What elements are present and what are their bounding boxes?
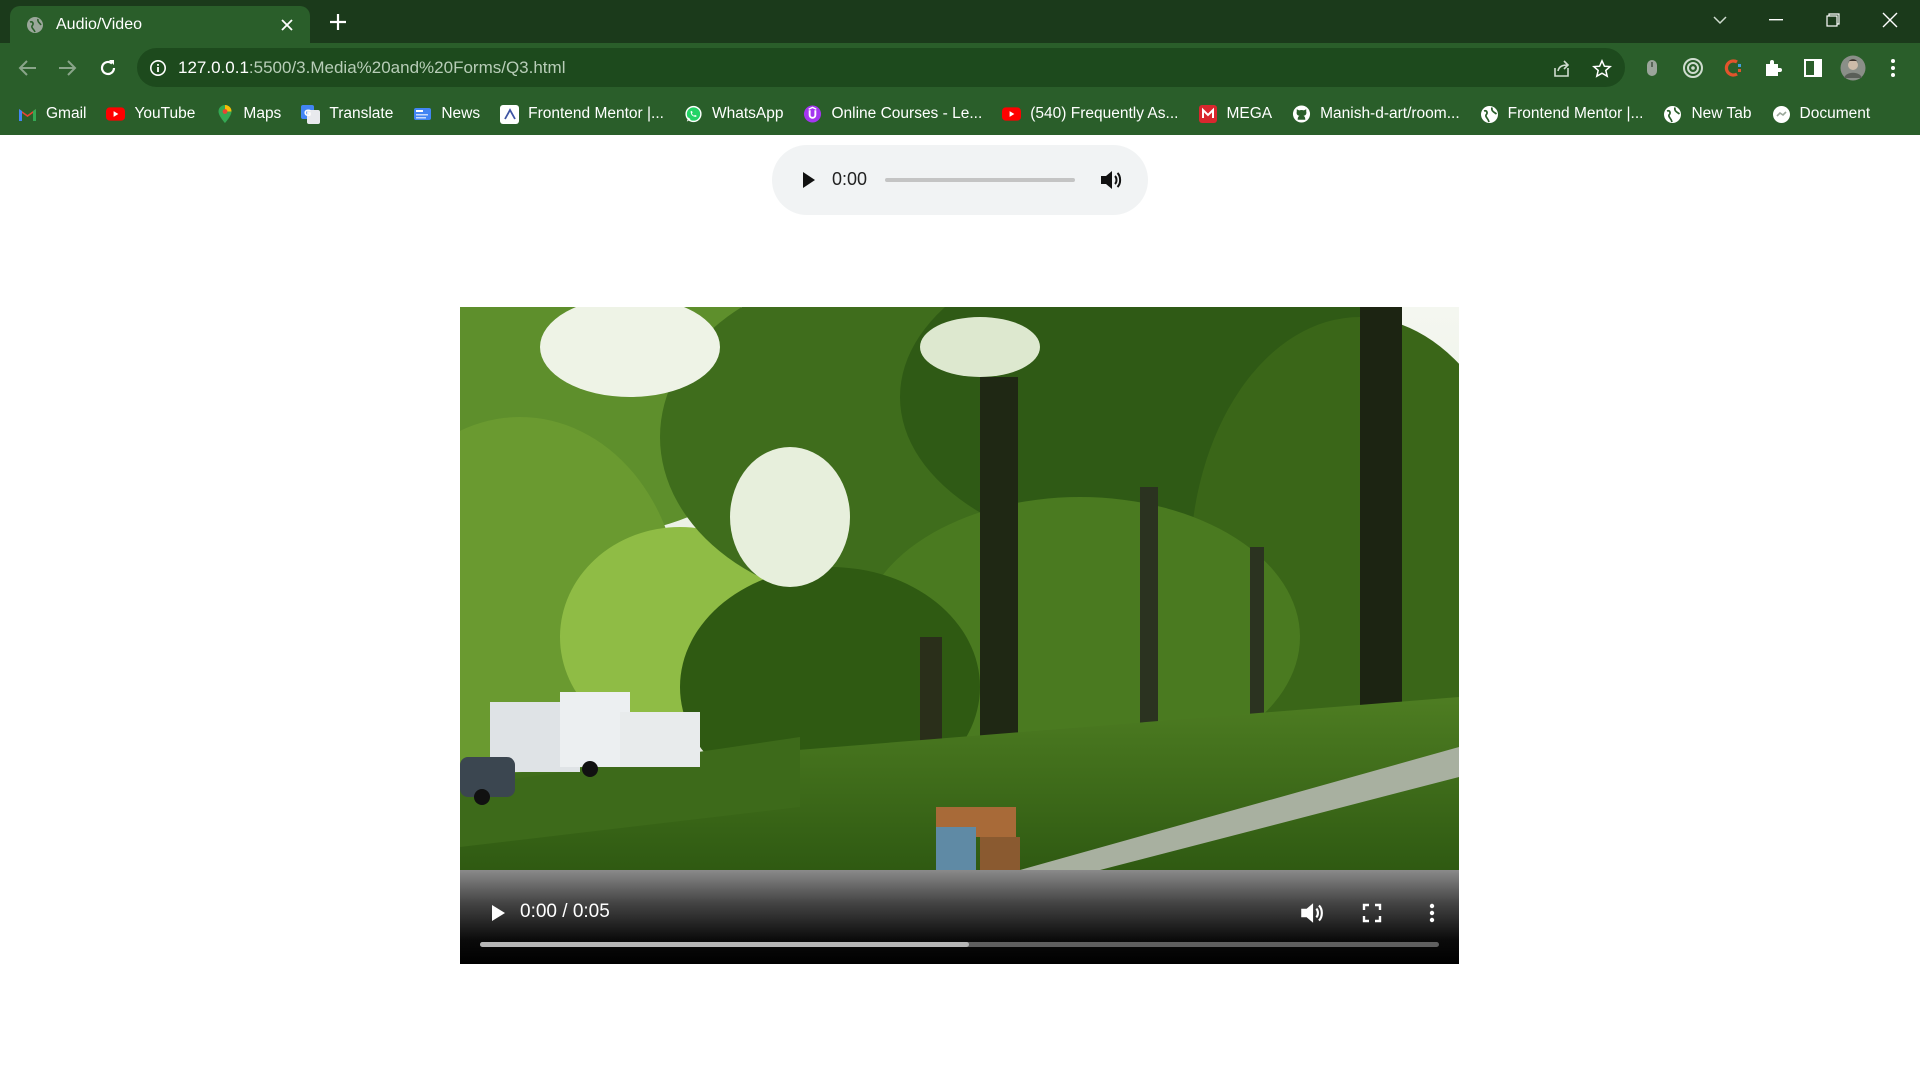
news-icon (413, 105, 432, 124)
share-icon[interactable] (1551, 58, 1573, 80)
side-panel-icon[interactable] (1800, 55, 1826, 81)
new-tab-icon[interactable] (326, 10, 350, 34)
forward-icon[interactable] (55, 56, 79, 80)
bookmark-star-icon[interactable] (1591, 58, 1613, 80)
bookmark-frontend-mentor[interactable]: Frontend Mentor |... (500, 104, 664, 124)
github-icon (1292, 105, 1311, 124)
bookmark-frontend-mentor-2[interactable]: Frontend Mentor |... (1480, 105, 1643, 124)
bookmark-translate[interactable]: G Translate (301, 104, 393, 124)
maps-icon (215, 105, 234, 124)
whatsapp-icon (684, 105, 703, 124)
bookmark-youtube-faq[interactable]: (540) Frequently As... (1002, 105, 1178, 124)
translate-icon: G (301, 104, 321, 124)
bookmark-document[interactable]: Document (1772, 105, 1870, 124)
bookmark-online-courses[interactable]: Online Courses - Le... (803, 105, 982, 124)
document-icon (1772, 105, 1791, 124)
address-bar[interactable]: 127.0.0.1:5500/3.Media%20and%20Forms/Q3.… (137, 48, 1625, 87)
extension-mouse-icon[interactable] (1639, 55, 1665, 81)
video-buffered-range (480, 942, 970, 947)
reload-icon[interactable] (96, 56, 120, 80)
minimize-icon[interactable] (1762, 8, 1790, 32)
back-icon[interactable] (16, 56, 40, 80)
youtube-icon (1002, 105, 1022, 124)
browser-tab[interactable]: Audio/Video (10, 6, 310, 43)
site-info-icon[interactable] (149, 59, 167, 77)
bookmark-gmail[interactable]: Gmail (18, 105, 86, 124)
video-volume-icon[interactable] (1298, 899, 1326, 927)
video-time: 0:00 / 0:05 (520, 901, 610, 922)
audio-seek-bar[interactable] (885, 178, 1075, 182)
gmail-icon (18, 105, 37, 124)
bookmark-maps[interactable]: Maps (215, 105, 281, 124)
close-tab-icon[interactable] (276, 14, 298, 36)
mega-icon (1198, 105, 1217, 124)
globe-icon (1480, 105, 1499, 124)
tab-title: Audio/Video (56, 15, 142, 33)
bookmark-mega[interactable]: MEGA (1198, 105, 1272, 124)
audio-play-icon[interactable] (796, 168, 820, 192)
browser-menu-icon[interactable] (1880, 55, 1906, 81)
youtube-icon (106, 105, 126, 124)
fullscreen-icon[interactable] (1358, 899, 1386, 927)
close-window-icon[interactable] (1876, 8, 1904, 32)
bookmark-new-tab[interactable]: New Tab (1663, 105, 1752, 124)
bookmark-whatsapp[interactable]: WhatsApp (684, 105, 783, 124)
url-host: 127.0.0.1 (178, 57, 249, 77)
svg-text:G: G (304, 109, 311, 119)
bookmark-news[interactable]: News (413, 105, 480, 124)
url-text: 127.0.0.1:5500/3.Media%20and%20Forms/Q3.… (178, 58, 565, 78)
restore-icon[interactable] (1819, 8, 1847, 32)
globe-icon (27, 16, 43, 33)
video-player[interactable]: 0:00 / 0:05 (460, 307, 1459, 964)
video-frame-park-scene (460, 307, 1459, 870)
tab-search-chevron-icon[interactable] (1706, 8, 1734, 32)
video-play-icon[interactable] (484, 900, 510, 926)
audio-player: 0:00 (772, 145, 1148, 215)
bookmark-github[interactable]: Manish-d-art/room... (1292, 105, 1460, 124)
more-options-icon[interactable] (1418, 899, 1446, 927)
title-bar: Audio/Video (0, 0, 1920, 43)
bookmarks-bar: Gmail YouTube Maps G Translate News Fron… (0, 93, 1920, 135)
bookmark-youtube[interactable]: YouTube (106, 105, 195, 124)
audio-volume-icon[interactable] (1098, 167, 1124, 193)
globe-icon (1663, 105, 1682, 124)
url-path: :5500/3.Media%20and%20Forms/Q3.html (248, 57, 566, 77)
extension-c-icon[interactable] (1720, 55, 1746, 81)
browser-toolbar: 127.0.0.1:5500/3.Media%20and%20Forms/Q3.… (0, 43, 1920, 93)
video-seek-bar[interactable] (480, 942, 1439, 947)
audio-time: 0:00 (832, 169, 868, 189)
profile-avatar[interactable] (1840, 55, 1866, 81)
extension-target-icon[interactable] (1680, 55, 1706, 81)
udemy-icon (803, 105, 822, 124)
extensions-puzzle-icon[interactable] (1760, 55, 1786, 81)
video-controls: 0:00 / 0:05 (460, 870, 1459, 964)
frontend-mentor-icon (500, 104, 520, 124)
